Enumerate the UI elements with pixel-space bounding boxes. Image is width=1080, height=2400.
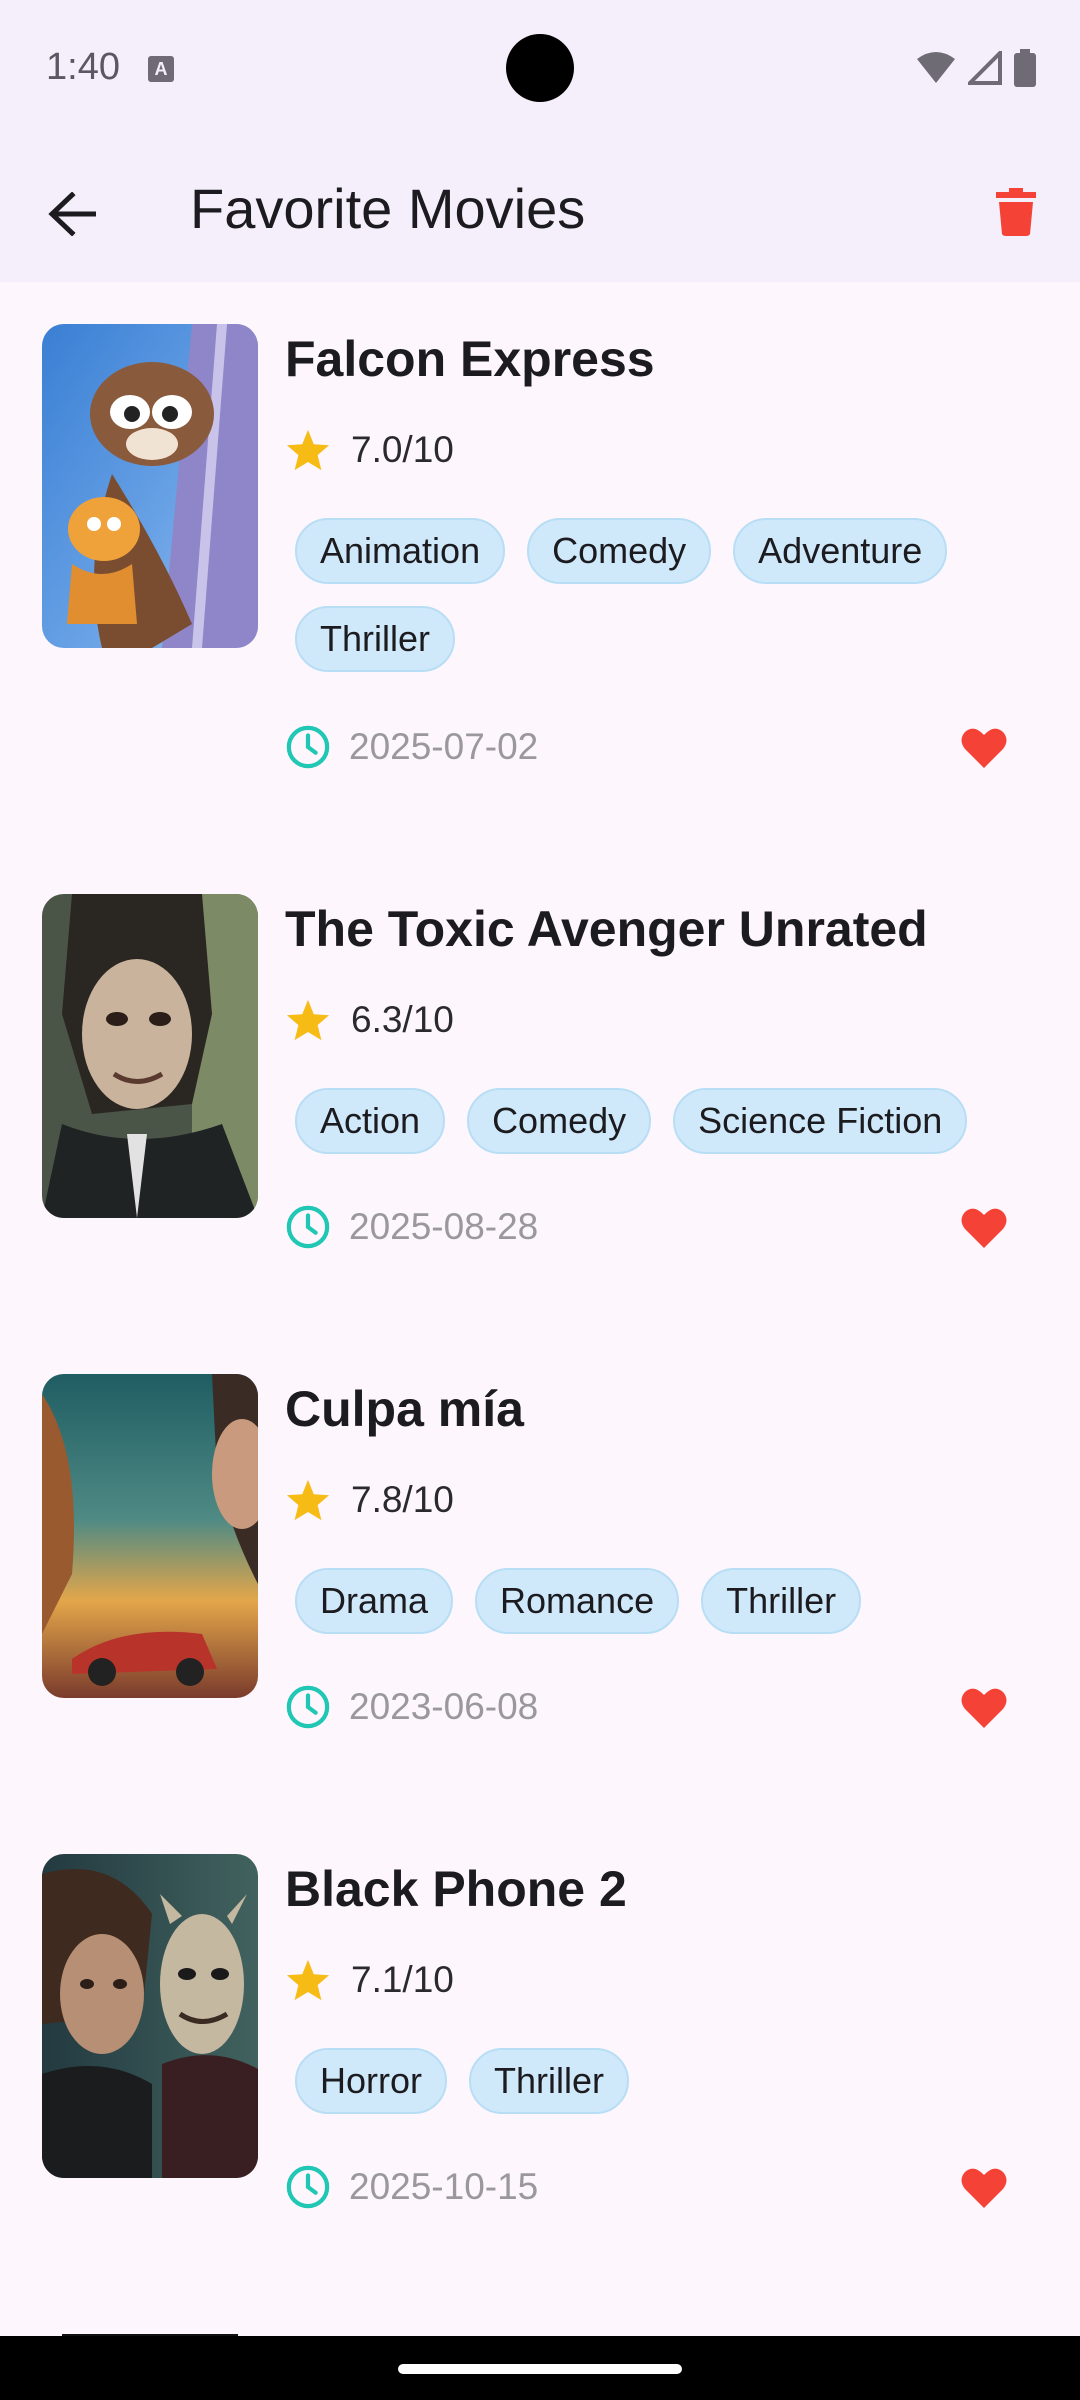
back-button[interactable] — [36, 178, 108, 250]
genre-chip: Romance — [475, 1568, 680, 1634]
rating-value: 7.0/10 — [351, 429, 454, 470]
genre-chip: Horror — [295, 2048, 448, 2114]
genre-chip: Thriller — [701, 1568, 862, 1634]
battery-icon — [1014, 49, 1036, 87]
movie-title: The Toxic Avenger Unrated — [285, 901, 928, 957]
favorite-heart-icon[interactable] — [960, 1686, 1008, 1730]
star-icon — [286, 1479, 330, 1521]
genre-chips: Animation Comedy Adventure Thriller — [295, 518, 1015, 672]
home-handle[interactable] — [398, 2364, 682, 2374]
wifi-icon — [917, 52, 955, 83]
release-date: 2025-07-02 — [349, 726, 539, 767]
app-bar: Favorite Movies — [0, 140, 1080, 282]
rating-row: 7.8/10 — [285, 1478, 454, 1522]
movie-poster — [42, 1374, 258, 1698]
rating-row: 7.0/10 — [285, 428, 454, 472]
genre-chip: Comedy — [467, 1088, 652, 1154]
release-date-row: 2025-08-28 — [285, 1204, 538, 1250]
status-time: 1:40 — [46, 46, 120, 88]
page-title: Favorite Movies — [190, 177, 586, 240]
movie-poster — [42, 894, 258, 1218]
release-date-row: 2023-06-08 — [285, 1684, 538, 1730]
status-icons — [916, 48, 1036, 88]
genre-chips: Horror Thriller — [295, 2048, 1015, 2114]
genre-chip: Action — [295, 1088, 446, 1154]
movie-poster — [42, 324, 258, 648]
status-bar: 1:40 A — [0, 0, 1080, 140]
delete-all-button[interactable] — [980, 176, 1052, 248]
clock-icon — [286, 2165, 330, 2209]
star-icon — [286, 999, 330, 1041]
rating-value: 7.1/10 — [351, 1959, 454, 2000]
favorite-heart-icon[interactable] — [960, 2166, 1008, 2210]
release-date: 2025-08-28 — [349, 1206, 539, 1247]
star-icon — [286, 1959, 330, 2001]
genre-chip: Adventure — [733, 518, 948, 584]
clock-icon — [286, 725, 330, 769]
release-date-row: 2025-07-02 — [285, 724, 538, 770]
movie-title: Falcon Express — [285, 331, 655, 387]
arrow-left-icon — [48, 192, 96, 236]
genre-chips: Action Comedy Science Fiction — [295, 1088, 1015, 1154]
rating-value: 7.8/10 — [351, 1479, 454, 1520]
genre-chip: Thriller — [295, 606, 456, 672]
favorite-heart-icon[interactable] — [960, 1206, 1008, 1250]
notification-a-icon: A — [148, 56, 174, 82]
clock-icon — [286, 1205, 330, 1249]
clock-icon — [286, 1685, 330, 1729]
release-date: 2025-10-15 — [349, 2166, 539, 2207]
star-icon — [286, 429, 330, 471]
favorite-heart-icon[interactable] — [960, 726, 1008, 770]
movie-poster — [42, 1854, 258, 2178]
genre-chip: Science Fiction — [673, 1088, 968, 1154]
screen: 1:40 A Favorite Movies Falcon Express 7.… — [0, 0, 1080, 2400]
release-date: 2023-06-08 — [349, 1686, 539, 1727]
genre-chip: Thriller — [469, 2048, 630, 2114]
genre-chip: Drama — [295, 1568, 454, 1634]
movie-title: Culpa mía — [285, 1381, 524, 1437]
trash-icon — [996, 188, 1036, 236]
genre-chips: Drama Romance Thriller — [295, 1568, 1015, 1634]
rating-row: 6.3/10 — [285, 998, 454, 1042]
rating-row: 7.1/10 — [285, 1958, 454, 2002]
camera-cutout — [506, 34, 574, 102]
genre-chip: Animation — [295, 518, 506, 584]
gesture-nav-bar — [0, 2336, 1080, 2400]
movie-title: Black Phone 2 — [285, 1861, 627, 1917]
genre-chip: Comedy — [527, 518, 712, 584]
signal-icon — [968, 51, 1002, 85]
rating-value: 6.3/10 — [351, 999, 454, 1040]
release-date-row: 2025-10-15 — [285, 2164, 538, 2210]
